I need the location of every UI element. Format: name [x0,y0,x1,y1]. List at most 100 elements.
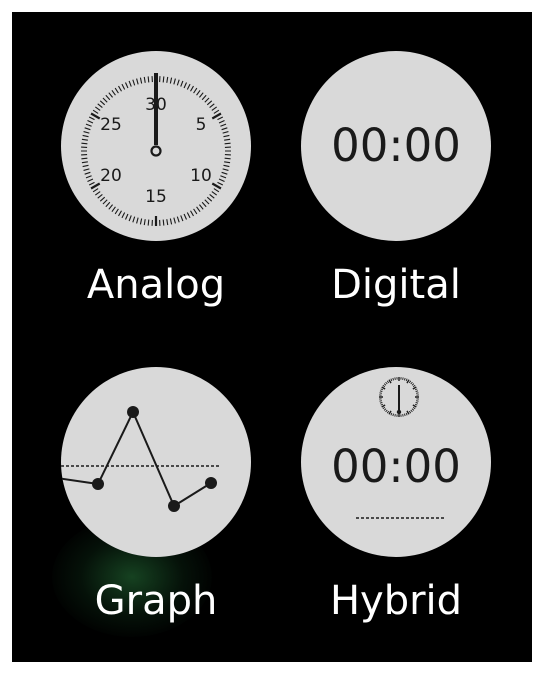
dial-tick [224,142,231,145]
dial-tick [81,142,88,145]
dial-tick [190,210,194,217]
dial-tick [186,212,191,219]
dial-tick [87,119,94,124]
graph-point [205,477,217,489]
dial-tick [147,76,150,83]
dial-tick [128,215,132,222]
option-analog[interactable]: 30 5 10 15 20 25 Analog [36,51,276,351]
dial-tick [209,103,215,109]
dial-tick [381,404,386,408]
dial-tick [416,400,419,402]
dial-tick [169,77,173,84]
dial-tick [132,216,136,223]
dial-tick [410,409,413,413]
dial-tick [217,181,224,186]
dial-tick [143,76,146,83]
dial-tick [223,134,230,138]
hybrid-face-icon: 00:00 [301,367,491,557]
dial-tick [218,119,225,124]
dial-tick [81,157,88,160]
dial-tick [381,386,386,390]
graph-point [127,406,139,418]
option-label-digital: Digital [331,262,461,308]
dial-tick [415,401,419,404]
dial-number-15: 15 [145,187,167,207]
dial-tick [222,168,229,171]
dial-tick [414,388,418,391]
dial-tick [97,103,103,109]
dial-tick [198,204,204,210]
hybrid-mini-hub [396,409,402,415]
dial-tick [111,89,116,96]
dial-tick [411,383,415,386]
dial-tick [94,191,101,196]
dial-tick [99,100,106,106]
option-hybrid[interactable]: 00:00 Hybrid [276,367,516,662]
dial-tick [209,193,215,199]
dial-tick [382,384,386,388]
dial-tick [85,123,92,127]
dial-tick [143,219,146,226]
dial-tick [169,218,173,225]
dial-tick [81,161,88,164]
analog-face-icon: 30 5 10 15 20 25 [61,51,251,241]
dial-tick [108,92,114,98]
dial-tick [193,87,198,94]
dial-tick [136,217,139,224]
dial-tick [173,217,176,224]
dial-tick [412,384,416,388]
option-digital[interactable]: 00:00 Digital [276,51,516,351]
dial-tick [88,116,95,121]
dial-tick [88,181,95,186]
dial-tick [411,408,415,411]
dial-tick [83,168,90,171]
dial-tick [379,390,383,393]
dial-tick [379,401,383,404]
dial-tick [392,377,395,381]
dial-tick [394,377,396,380]
graph-face-icon [61,367,251,557]
dial-tick [211,106,218,111]
dial-tick [403,377,406,381]
dial-tick [204,97,210,103]
dial-tick [114,208,119,215]
dial-tick [90,182,101,190]
dial-tick [118,85,122,92]
graph-point [92,478,104,490]
dial-tick [201,201,207,208]
dial-tick [394,414,396,417]
dial-tick [224,138,231,141]
dial-tick [410,381,413,385]
dial-tick [416,392,419,394]
dial-tick [99,196,106,202]
dial-tick [392,413,395,417]
dial-tick [84,171,91,175]
dial-tick [166,76,169,83]
dial-tick [223,164,230,168]
dial-tick [386,380,390,384]
dial-tick [201,94,207,101]
dial-number-25: 25 [100,115,122,135]
dial-tick [162,219,165,226]
dial-tick [211,182,222,190]
dial-tick [180,215,184,222]
graph-point [168,500,180,512]
dial-tick [406,410,410,415]
dial-tick [139,218,143,225]
dial-tick [90,112,101,120]
dial-tick [383,408,387,411]
dial-tick [412,406,416,410]
dial-tick [97,193,103,199]
dial-tick [380,388,384,391]
dial-tick [380,403,384,406]
dial-tick [414,403,418,406]
dial-tick [412,404,417,408]
dial-tick [217,116,224,121]
dial-tick [114,87,119,94]
option-graph[interactable]: Graph [36,367,276,662]
dial-tick [220,175,227,179]
dial-tick [102,199,108,205]
dial-tick [180,80,184,87]
dial-tick [183,213,188,220]
option-label-hybrid: Hybrid [329,578,463,624]
